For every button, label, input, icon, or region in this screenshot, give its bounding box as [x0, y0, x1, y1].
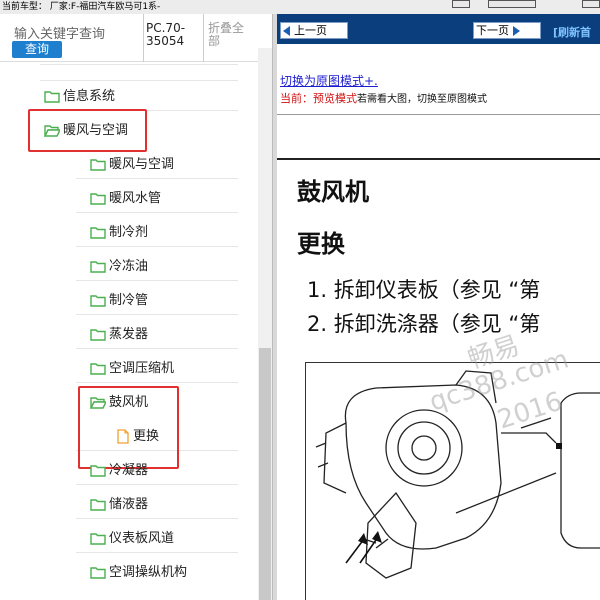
folder-icon — [90, 159, 106, 171]
arrow-left-icon — [283, 26, 290, 36]
divider — [203, 14, 204, 62]
vehicle-text: 当前车型： 厂家:F-福田汽车欧马可1系- — [2, 2, 161, 12]
folder-icon — [90, 533, 106, 545]
row-line — [76, 314, 238, 315]
tree-item-receiver-drier[interactable]: 储液器 — [90, 494, 148, 516]
scrollbar-thumb[interactable] — [259, 348, 271, 600]
next-page-button[interactable]: 下一页 — [473, 22, 541, 39]
tree-item-compressor-oil[interactable]: 冷冻油 — [90, 256, 148, 278]
search-input[interactable]: 输入关键字查询 — [14, 23, 105, 42]
tree-item-refrigerant-pipe[interactable]: 制冷管 — [90, 290, 148, 312]
row-line — [40, 80, 238, 81]
step-1: 1. 拆卸仪表板（参见 “第 — [307, 278, 541, 302]
title-rule — [277, 158, 600, 160]
collapse-all-button[interactable]: 折叠全部 — [208, 22, 248, 48]
row-line — [76, 212, 238, 213]
doc-subtitle: 更换 — [297, 230, 345, 258]
row-line — [76, 552, 238, 553]
arrow-right-icon — [513, 26, 520, 36]
folder-icon — [90, 227, 106, 239]
folder-icon — [90, 363, 106, 375]
doc-code: PC.70-35054 — [146, 21, 186, 48]
folder-icon — [44, 91, 60, 103]
refresh-home-link[interactable]: [刷新首 — [553, 24, 591, 40]
doc-title: 鼓风机 — [297, 178, 369, 206]
current-mode-text: 当前：预览模式若需看大图，切换至原图模式 — [280, 92, 487, 105]
row-line — [76, 518, 238, 519]
row-line — [76, 178, 238, 179]
tree-item-evaporator[interactable]: 蒸发器 — [90, 324, 148, 346]
row-line — [76, 484, 238, 485]
top-right-button[interactable] — [582, 0, 600, 8]
tree-item-refrigerant[interactable]: 制冷剂 — [90, 222, 148, 244]
left-panel: 输入关键字查询 查询 PC.70-35054 折叠全部 信息系统 暖风与空调 暖… — [0, 14, 272, 600]
row-line — [76, 280, 238, 281]
row-line — [40, 64, 238, 65]
highlight-box — [78, 386, 179, 469]
tree-item-hvac-sub[interactable]: 暖风与空调 — [90, 154, 174, 176]
tree-item-heater-hose[interactable]: 暖风水管 — [90, 188, 161, 210]
row-line — [76, 382, 238, 383]
search-bar: 输入关键字查询 查询 PC.70-35054 折叠全部 — [0, 14, 272, 62]
folder-icon — [90, 499, 106, 511]
tree-item-info-system[interactable]: 信息系统 — [44, 86, 115, 108]
tree-item-ac-control[interactable]: 空调操纵机构 — [90, 562, 187, 584]
row-line — [76, 348, 238, 349]
folder-icon — [90, 295, 106, 307]
folder-icon — [90, 567, 106, 579]
separator — [277, 114, 600, 115]
folder-icon — [90, 465, 106, 477]
tree-item-dash-duct[interactable]: 仪表板风道 — [90, 528, 174, 550]
tree-scrollbar[interactable] — [258, 48, 272, 600]
tree-item-condenser[interactable]: 冷凝器 — [90, 460, 148, 482]
tree-item-ac-compressor[interactable]: 空调压缩机 — [90, 358, 174, 380]
content-panel: 上一页 下一页 [刷新首 切换为原图模式+. 当前：预览模式若需看大图，切换至原… — [277, 14, 600, 600]
divider — [143, 14, 144, 62]
folder-icon — [90, 261, 106, 273]
prev-page-button[interactable]: 上一页 — [280, 22, 348, 39]
folder-icon — [90, 329, 106, 341]
top-menu-button[interactable] — [488, 0, 536, 8]
switch-original-link[interactable]: 切换为原图模式+. — [280, 72, 378, 89]
top-toolbar-button[interactable] — [452, 0, 470, 8]
search-button[interactable]: 查询 — [12, 41, 62, 58]
row-line — [76, 246, 238, 247]
page-nav-bar: 上一页 下一页 [刷新首 — [277, 14, 600, 44]
highlight-box — [28, 109, 147, 152]
folder-icon — [90, 193, 106, 205]
